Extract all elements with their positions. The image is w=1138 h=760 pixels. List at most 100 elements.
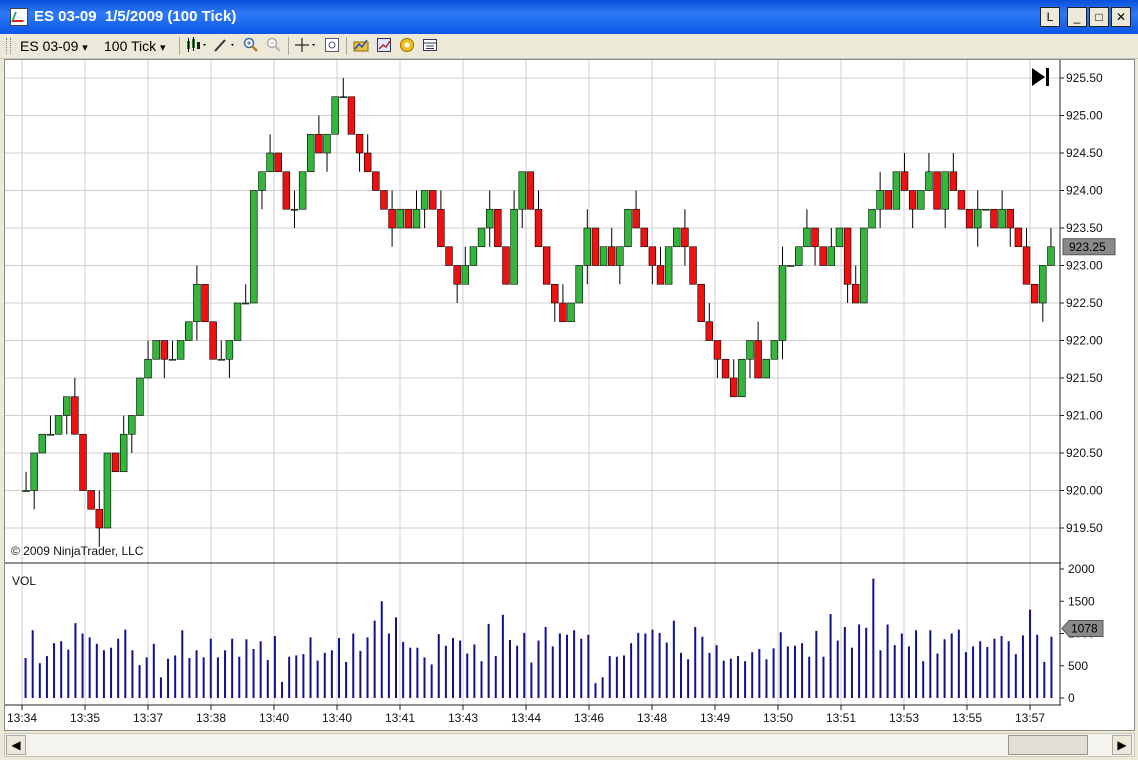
properties-icon[interactable]: [399, 37, 415, 53]
down-candle[interactable]: [811, 227, 819, 248]
up-candle[interactable]: [323, 133, 331, 154]
scroll-left-button[interactable]: ◀: [6, 735, 26, 755]
up-candle[interactable]: [575, 265, 583, 304]
up-candle[interactable]: [786, 265, 795, 267]
down-candle[interactable]: [754, 340, 762, 379]
up-candle[interactable]: [144, 358, 152, 379]
up-candle[interactable]: [616, 246, 624, 266]
down-candle[interactable]: [681, 227, 689, 248]
data-series-icon[interactable]: [422, 37, 438, 53]
down-candle[interactable]: [689, 246, 697, 285]
down-candle[interactable]: [160, 340, 169, 360]
interval-selector[interactable]: 100 Tick ▾: [104, 37, 166, 55]
up-candle[interactable]: [998, 208, 1006, 229]
up-candle[interactable]: [46, 433, 55, 436]
toolbar-grip[interactable]: [6, 38, 11, 54]
down-candle[interactable]: [697, 283, 705, 323]
up-candle[interactable]: [63, 396, 71, 416]
up-candle[interactable]: [982, 208, 990, 211]
zoom-in-icon[interactable]: [243, 37, 259, 53]
up-candle[interactable]: [477, 227, 486, 248]
down-candle[interactable]: [551, 283, 559, 304]
down-candle[interactable]: [201, 283, 209, 323]
minimize-button[interactable]: _: [1067, 7, 1087, 27]
up-candle[interactable]: [868, 208, 876, 229]
down-candle[interactable]: [1030, 283, 1039, 304]
down-candle[interactable]: [274, 152, 282, 173]
up-candle[interactable]: [835, 227, 844, 248]
up-candle[interactable]: [30, 452, 38, 491]
down-candle[interactable]: [949, 171, 958, 191]
down-candle[interactable]: [502, 246, 510, 285]
up-candle[interactable]: [420, 190, 429, 210]
up-candle[interactable]: [136, 377, 144, 416]
down-candle[interactable]: [79, 433, 87, 491]
up-candle[interactable]: [795, 246, 803, 266]
up-candle[interactable]: [974, 208, 982, 229]
up-candle[interactable]: [860, 227, 868, 304]
up-candle[interactable]: [331, 96, 339, 135]
down-candle[interactable]: [388, 208, 396, 229]
up-candle[interactable]: [168, 358, 177, 361]
down-candle[interactable]: [315, 133, 323, 154]
up-candle[interactable]: [290, 208, 299, 211]
up-candle[interactable]: [770, 340, 779, 360]
down-candle[interactable]: [648, 246, 657, 266]
down-candle[interactable]: [729, 377, 738, 398]
down-candle[interactable]: [494, 208, 502, 248]
up-candle[interactable]: [266, 152, 274, 173]
up-candle[interactable]: [103, 452, 112, 529]
price-volume-chart[interactable]: 925.50 925.00 924.50 924.00 923.50 923.00 922.…: [5, 60, 1134, 730]
down-candle[interactable]: [71, 396, 79, 435]
chart-area[interactable]: 925.50 925.00 924.50 924.00 923.50 923.00 922.…: [4, 59, 1135, 731]
down-candle[interactable]: [404, 208, 413, 229]
up-candle[interactable]: [152, 340, 160, 360]
price-panel[interactable]: [22, 78, 1055, 547]
down-candle[interactable]: [542, 246, 551, 285]
horizontal-scrollbar[interactable]: ◀ ▶: [4, 733, 1135, 757]
up-candle[interactable]: [412, 208, 421, 229]
crosshair-icon[interactable]: [294, 37, 318, 53]
down-candle[interactable]: [990, 208, 998, 229]
up-candle[interactable]: [803, 227, 811, 248]
down-candle[interactable]: [721, 358, 730, 379]
up-candle[interactable]: [917, 190, 925, 210]
down-candle[interactable]: [526, 171, 535, 210]
up-candle[interactable]: [233, 302, 242, 341]
up-candle[interactable]: [193, 283, 201, 323]
down-candle[interactable]: [1014, 227, 1023, 248]
up-candle[interactable]: [673, 227, 681, 248]
up-candle[interactable]: [225, 340, 234, 360]
up-candle[interactable]: [54, 415, 63, 435]
instrument-selector[interactable]: ES 03-09 ▾: [20, 37, 88, 55]
up-candle[interactable]: [518, 171, 526, 210]
down-candle[interactable]: [355, 133, 364, 154]
up-candle[interactable]: [241, 302, 250, 305]
down-candle[interactable]: [632, 208, 640, 229]
up-candle[interactable]: [217, 358, 225, 361]
down-candle[interactable]: [453, 265, 461, 285]
data-box-icon[interactable]: [324, 37, 340, 53]
layout-button[interactable]: L: [1040, 7, 1060, 27]
down-candle[interactable]: [559, 302, 567, 323]
down-candle[interactable]: [380, 190, 388, 210]
down-candle[interactable]: [957, 190, 966, 210]
scrollbar-thumb[interactable]: [1008, 735, 1088, 755]
up-candle[interactable]: [469, 246, 478, 266]
down-candle[interactable]: [347, 96, 356, 135]
close-button[interactable]: ✕: [1111, 7, 1131, 27]
scroll-to-end-icon[interactable]: [1032, 68, 1049, 86]
up-candle[interactable]: [778, 265, 787, 341]
up-candle[interactable]: [176, 340, 185, 360]
down-candle[interactable]: [965, 208, 974, 229]
up-candle[interactable]: [461, 265, 470, 285]
down-candle[interactable]: [852, 283, 860, 304]
down-candle[interactable]: [111, 452, 120, 473]
down-candle[interactable]: [534, 208, 543, 248]
down-candle[interactable]: [819, 246, 827, 266]
up-candle[interactable]: [941, 171, 949, 210]
up-candle[interactable]: [738, 358, 746, 398]
down-candle[interactable]: [884, 190, 892, 210]
maximize-button[interactable]: □: [1089, 7, 1109, 27]
up-candle[interactable]: [185, 321, 193, 341]
